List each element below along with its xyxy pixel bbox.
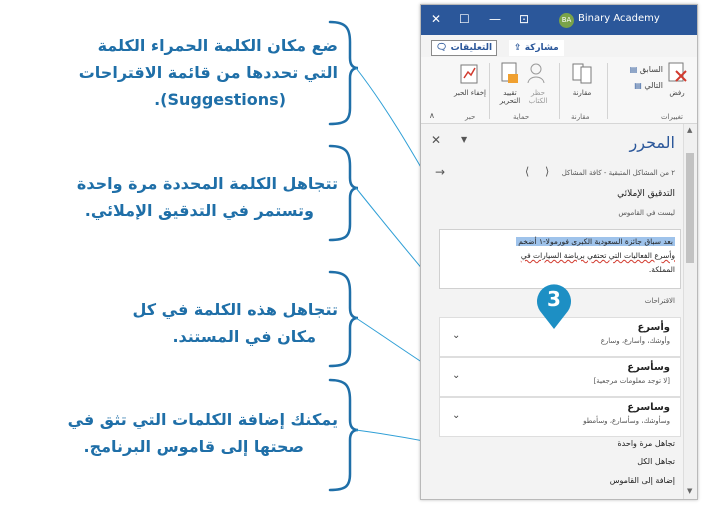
nav-issue-count: ٢ من المشاكل المتبقية - كافة المشاكل [561,169,675,177]
group-label-ink: حبر [465,113,476,121]
suggestion-details: [لا توجد معلومات مرجعية] [593,377,670,385]
hide-ink-icon[interactable] [459,63,481,87]
chevron-down-icon[interactable]: ⌄ [452,410,460,421]
add-to-dictionary-button[interactable]: إضافة إلى القاموس [610,476,675,485]
compare-icon[interactable] [571,61,595,87]
reject-label[interactable]: رفض [665,89,689,97]
nav-next-icon[interactable]: ⟨ [525,165,529,178]
share-icon: ⇪ [514,43,522,53]
suggestion-word: وساسرع [627,402,670,413]
context-line-3: المملكة. [648,265,675,274]
context-line-2: وأسرع الفعاليات التي تحتفي برياضة السيار… [520,251,675,260]
group-label-changes: تغييرات [661,113,683,121]
chevron-down-icon[interactable]: ⌄ [452,330,460,341]
section-title: التدقيق الإملائي [617,189,675,199]
group-label-protect: حماية [513,113,530,121]
close-icon[interactable]: ✕ [431,12,441,26]
previous-icon: ▤ [629,65,638,74]
editor-title: المحرر [629,133,675,152]
collapse-ribbon-icon[interactable]: ∧ [429,111,435,120]
suggestions-label: الاقتراحات [644,297,675,305]
previous-button[interactable]: السابق ▤ [613,65,663,74]
reject-icon[interactable] [667,61,689,87]
block-authors-label[interactable]: حظر الكتاب [525,89,551,105]
block-authors-icon[interactable] [525,61,547,87]
suggestion-item[interactable]: وسأسرع [لا توجد معلومات مرجعية] ⌄ [439,357,681,397]
restrict-editing-icon[interactable] [499,61,521,87]
ignore-once-button[interactable]: تجاهل مرة واحدة [617,439,675,448]
comment-icon: 🗨 [436,43,448,53]
scroll-up-icon[interactable]: ▲ [687,126,692,134]
ribbon-display-icon[interactable]: ⊡ [519,12,529,26]
title-bar: ✕ ☐ — ⊡ BA Binary Academy [421,5,697,35]
suggestion-item[interactable]: وساسرع وسأوشك، وسأسارع، وسأمطو ⌄ [439,397,681,437]
nav-prev-icon[interactable]: ⟩ [545,165,549,178]
share-button[interactable]: مشاركة ⇪ [509,40,564,56]
next-button[interactable]: التالي ▤ [613,81,663,90]
chevron-down-icon[interactable]: ⌄ [452,370,460,381]
minimize-icon[interactable]: — [489,12,501,26]
app-title: Binary Academy [578,13,660,24]
compare-label[interactable]: مقارنة [567,89,597,97]
brace-3 [328,270,359,368]
pane-options-icon[interactable]: ▼ [461,135,467,144]
context-line-1: بعد سباق جائزة السعودية الكبرى فورمولا-١… [516,237,675,246]
brace-2 [328,144,359,242]
suggestion-word: وأسرع [637,322,670,333]
badge-number: 3 [547,287,561,311]
comments-button[interactable]: التعليقات 🗨 [431,40,498,56]
ignore-all-button[interactable]: تجاهل الكل [637,457,675,466]
hide-ink-label[interactable]: إخفاء الحبر [451,89,489,97]
suggestion-word: وسأسرع [627,362,670,373]
group-label-compare: مقارنة [571,113,590,121]
not-in-dictionary-label: ليست في القاموس [618,209,675,217]
scroll-down-icon[interactable]: ▼ [687,487,692,495]
close-pane-icon[interactable]: ✕ [431,133,441,147]
brace-1 [328,20,359,126]
word-window: ✕ ☐ — ⊡ BA Binary Academy التعليقات 🗨 مش… [420,4,698,500]
next-icon: ▤ [634,81,642,90]
brace-4 [328,378,359,492]
restrict-editing-label[interactable]: تقييد التحرير [493,89,527,105]
suggestion-details: وأوشك، وأسارع، وسارع [600,337,670,345]
step-badge: 3 [534,281,574,331]
suggestion-details: وسأوشك، وسأسارع، وسأمطو [583,417,670,425]
nav-back-icon[interactable]: → [435,165,445,179]
scrollbar-thumb[interactable] [686,153,694,263]
restore-icon[interactable]: ☐ [459,12,470,26]
avatar[interactable]: BA [559,13,574,28]
